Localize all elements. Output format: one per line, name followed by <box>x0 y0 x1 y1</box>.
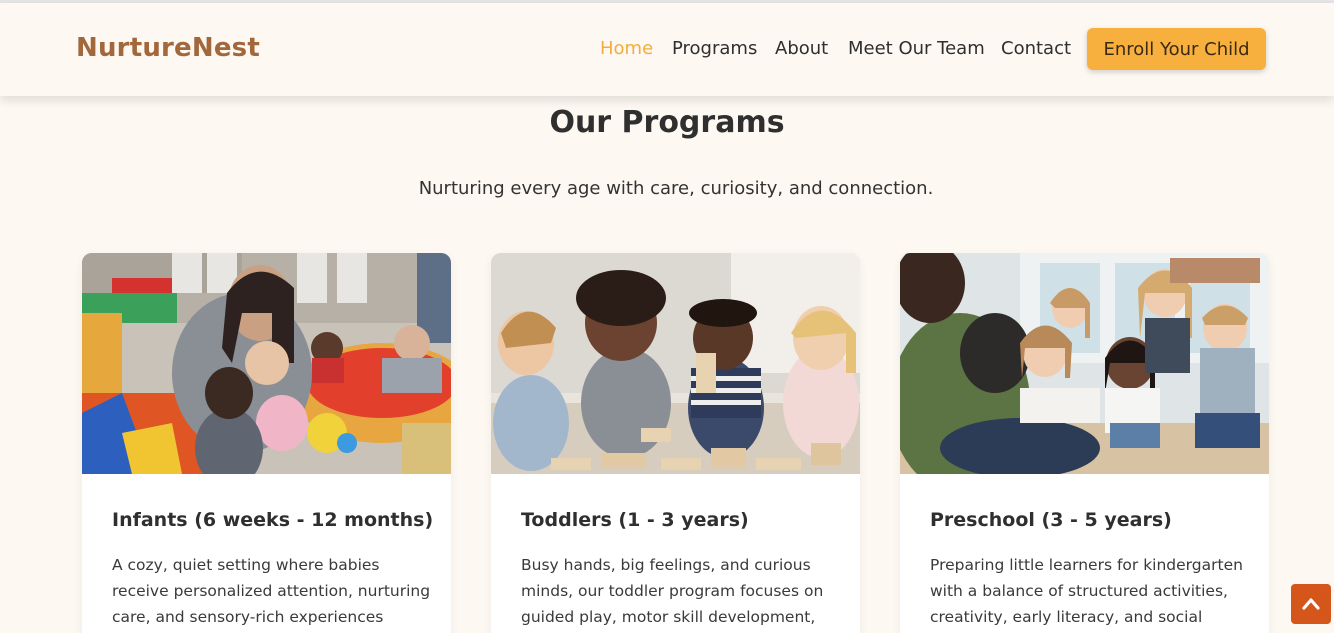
scroll-to-top-button[interactable] <box>1291 584 1331 624</box>
infants-photo <box>82 253 451 474</box>
program-card-description: Preparing little learners for kindergart… <box>930 556 1243 626</box>
section-subtitle: Nurturing every age with care, curiosity… <box>418 178 934 199</box>
program-card-description: Busy hands, big feelings, and curious mi… <box>521 556 824 626</box>
program-card-title: Toddlers (1 - 3 years) <box>521 509 749 531</box>
program-card-toddlers[interactable]: Toddlers (1 - 3 years) Busy hands, big f… <box>491 253 860 633</box>
brand-logo[interactable]: NurtureNest <box>76 33 260 63</box>
nav-link-programs[interactable]: Programs <box>672 38 757 59</box>
program-card-title: Preschool (3 - 5 years) <box>930 509 1172 531</box>
program-card-preschool[interactable]: Preschool (3 - 5 years) Preparing little… <box>900 253 1269 633</box>
nav-link-about[interactable]: About <box>775 38 828 59</box>
program-card-infants[interactable]: Infants (6 weeks - 12 months) A cozy, qu… <box>82 253 451 633</box>
enroll-your-child-button[interactable]: Enroll Your Child <box>1087 28 1266 70</box>
nav-link-contact[interactable]: Contact <box>1001 38 1071 59</box>
section-title: Our Programs <box>549 105 785 140</box>
site-header: NurtureNest Home Programs About Meet Our… <box>0 3 1334 96</box>
nav-link-home[interactable]: Home <box>600 38 653 59</box>
program-card-title: Infants (6 weeks - 12 months) <box>112 509 434 531</box>
chevron-up-icon <box>1302 598 1320 610</box>
preschool-photo <box>900 253 1269 474</box>
toddlers-photo <box>491 253 860 474</box>
nav-link-meet-our-team[interactable]: Meet Our Team <box>848 38 985 59</box>
program-card-description: A cozy, quiet setting where babies recei… <box>112 556 431 626</box>
